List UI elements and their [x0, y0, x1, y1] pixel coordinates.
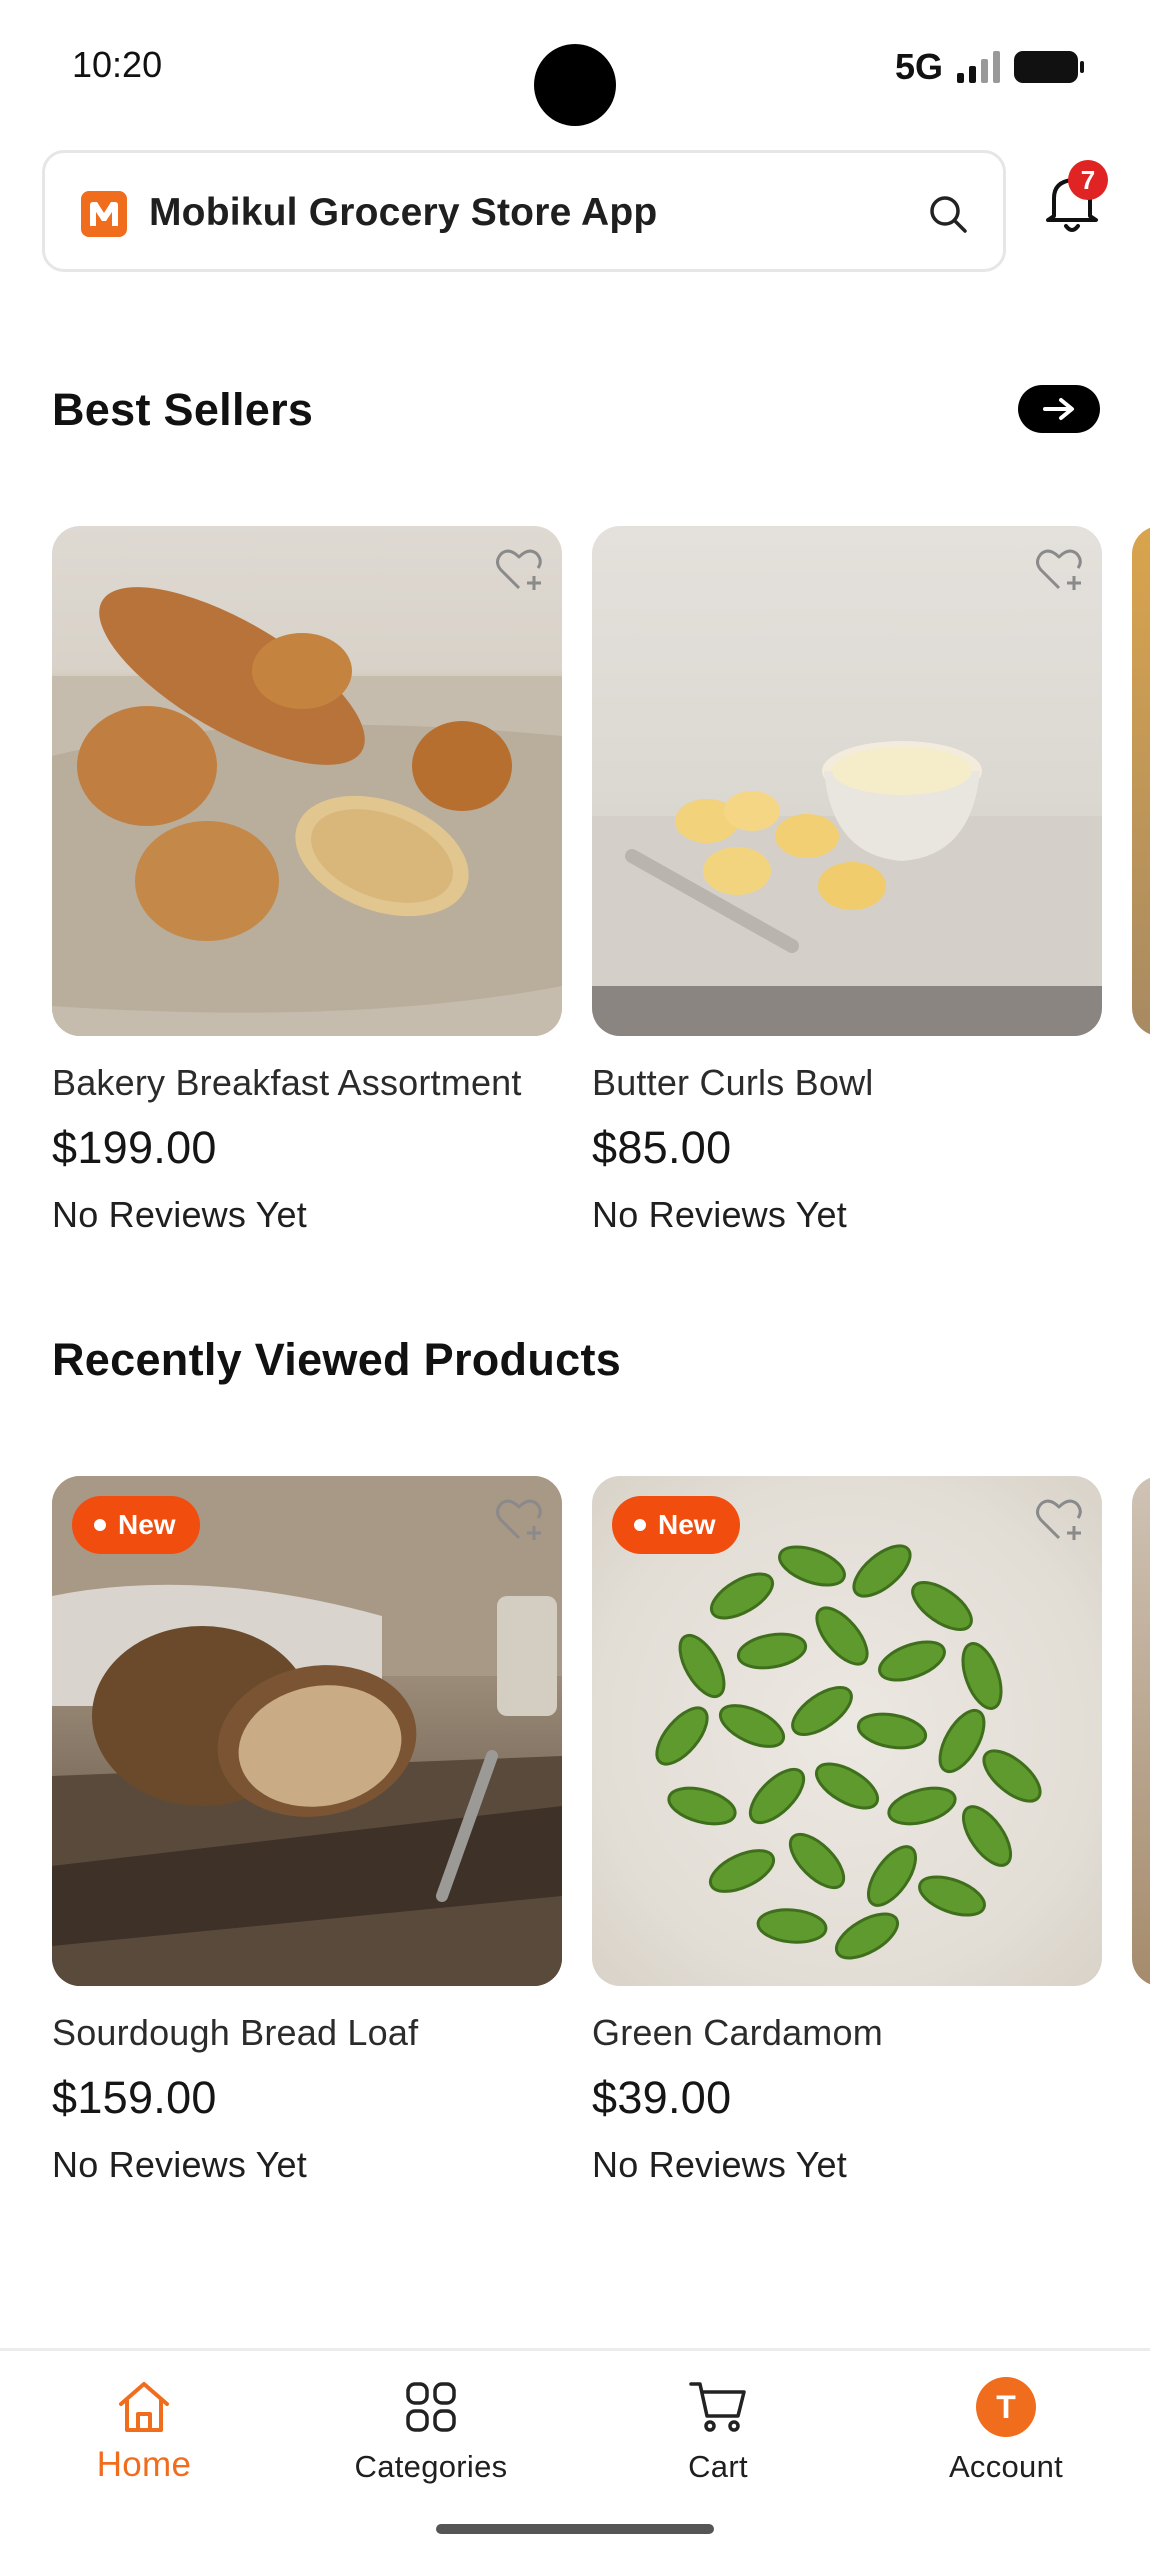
product-reviews: No Reviews Yet	[52, 2144, 307, 2185]
status-time: 10:20	[72, 44, 163, 85]
app-title: Mobikul Grocery Store App	[149, 191, 658, 234]
nav-item-categories[interactable]: Categories	[321, 2375, 541, 2485]
new-badge-label: New	[658, 1509, 716, 1540]
battery-icon	[1014, 51, 1084, 83]
product-card[interactable]: New Green Cardamom $39.00 No Reviews Yet	[592, 1476, 1102, 2186]
categories-icon	[399, 2375, 463, 2439]
search-icon[interactable]	[925, 191, 971, 237]
product-reviews: No Reviews Yet	[592, 1194, 847, 1235]
nav-label-cart: Cart	[688, 2449, 748, 2484]
product-reviews: No Reviews Yet	[592, 2144, 847, 2185]
arrow-right-icon	[1043, 398, 1074, 420]
product-card-partial[interactable]	[1132, 526, 1150, 1036]
wishlist-heart-icon[interactable]	[492, 542, 546, 596]
wishlist-heart-icon[interactable]	[1032, 1492, 1086, 1546]
badge-dot	[94, 1519, 106, 1531]
avatar-wrapper: T	[974, 2375, 1038, 2439]
product-card-partial[interactable]	[1132, 1476, 1150, 1986]
product-image[interactable]	[592, 526, 1102, 1036]
product-card[interactable]: Bakery Breakfast Assortment $199.00 No R…	[52, 526, 562, 1236]
cart-icon	[686, 2375, 750, 2439]
product-reviews: No Reviews Yet	[52, 1194, 307, 1235]
nav-item-account[interactable]: T Account	[896, 2375, 1116, 2485]
search-bar[interactable]: Mobikul Grocery Store App	[42, 150, 1006, 272]
nav-item-home[interactable]: Home	[34, 2375, 254, 2485]
camera-cutout	[534, 44, 616, 126]
product-price: $85.00	[592, 1122, 732, 1173]
badge-dot	[634, 1519, 646, 1531]
product-price: $159.00	[52, 2072, 217, 2123]
status-indicators: 5G	[894, 46, 1084, 88]
status-bar: 10:20 5G	[0, 0, 1150, 140]
app-logo-icon	[81, 191, 127, 237]
product-image[interactable]	[52, 526, 562, 1036]
bread-assortment-image	[52, 587, 562, 1036]
product-price: $39.00	[592, 2072, 732, 2123]
product-name[interactable]: Green Cardamom	[592, 2012, 1102, 2054]
home-icon	[112, 2375, 176, 2439]
wishlist-heart-icon[interactable]	[1032, 542, 1086, 596]
butter-bowl-image	[592, 741, 1102, 1036]
notification-badge: 7	[1068, 160, 1108, 200]
nav-item-cart[interactable]: Cart	[608, 2375, 828, 2485]
view-all-best-sellers-button[interactable]	[1018, 385, 1100, 433]
new-badge: New	[72, 1496, 200, 1554]
home-indicator[interactable]	[436, 2524, 714, 2534]
product-image[interactable]: New	[592, 1476, 1102, 1986]
nav-label-account: Account	[948, 2449, 1064, 2484]
product-card[interactable]: New Sourdough Bread Loaf $159.00 No Revi…	[52, 1476, 562, 2186]
product-price: $199.00	[52, 1122, 217, 1173]
nav-label-home: Home	[96, 2445, 192, 2484]
wishlist-heart-icon[interactable]	[492, 1492, 546, 1546]
product-card[interactable]: Butter Curls Bowl $85.00 No Reviews Yet	[592, 526, 1102, 1236]
nav-label-categories: Categories	[354, 2449, 508, 2484]
avatar: T	[976, 2377, 1036, 2437]
product-image[interactable]: New	[52, 1476, 562, 1986]
section-title-recently-viewed: Recently Viewed Products	[52, 1334, 622, 1385]
new-badge-label: New	[118, 1509, 176, 1540]
section-title-best-sellers: Best Sellers	[52, 384, 314, 435]
product-name[interactable]: Sourdough Bread Loaf	[52, 2012, 562, 2054]
new-badge: New	[612, 1496, 740, 1554]
product-name[interactable]: Butter Curls Bowl	[592, 1062, 1102, 1104]
network-type: 5G	[894, 46, 943, 87]
signal-icon	[957, 51, 1000, 83]
product-name[interactable]: Bakery Breakfast Assortment	[52, 1062, 562, 1104]
